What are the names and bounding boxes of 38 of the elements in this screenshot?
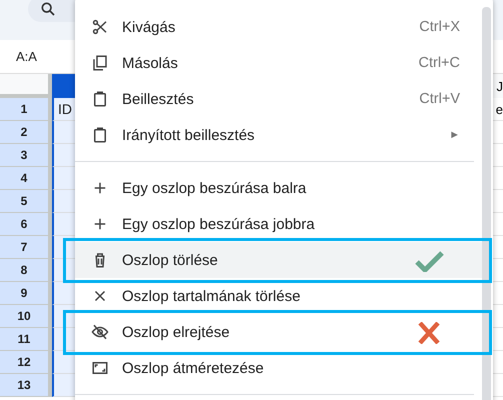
menu-item[interactable]: Oszlop átméretezése	[75, 350, 482, 386]
menu-item[interactable]: Oszlop törlése	[75, 242, 482, 278]
cell-text: e	[496, 102, 503, 116]
clipboard-icon	[91, 126, 109, 144]
row-number[interactable]: 8	[0, 259, 52, 282]
shortcut-text: Ctrl+X	[419, 19, 460, 35]
row-number[interactable]: 6	[0, 213, 52, 236]
name-box[interactable]: A:A	[16, 49, 37, 64]
clipboard-icon	[91, 90, 109, 108]
search-icon	[40, 1, 56, 17]
row-number[interactable]: 13	[0, 374, 52, 397]
row-number[interactable]: 2	[0, 121, 52, 144]
eye-slash-icon	[91, 323, 109, 341]
resize-icon	[91, 359, 109, 377]
menu-item[interactable]: Egy oszlop beszúrása balra	[75, 170, 482, 206]
submenu-arrow: ►	[449, 129, 460, 141]
menu-item[interactable]: Másolás Ctrl+C	[75, 45, 482, 81]
menu-item[interactable]: Egy oszlop beszúrása jobbra	[75, 206, 482, 242]
row-number[interactable]: 10	[0, 305, 52, 328]
menu-item[interactable]: Oszlop elrejtése	[75, 314, 482, 350]
scissors-icon	[91, 18, 109, 36]
row-number[interactable]: 11	[0, 328, 52, 351]
row-number[interactable]: 7	[0, 236, 52, 259]
row-number[interactable]: 9	[0, 282, 52, 305]
shortcut-text: Ctrl+V	[419, 91, 460, 107]
menu-item[interactable]: Kivágás Ctrl+X	[75, 9, 482, 45]
check-icon	[414, 250, 444, 272]
copy-icon	[91, 54, 109, 72]
row-number[interactable]: 1	[0, 98, 52, 121]
column-header-text[interactable]: J	[496, 78, 503, 94]
row-number[interactable]: 3	[0, 144, 52, 167]
row-number[interactable]: 4	[0, 167, 52, 190]
menu-item[interactable]: Oszlop tartalmának törlése	[75, 278, 482, 314]
row-number[interactable]: 12	[0, 351, 52, 374]
row-number[interactable]: 5	[0, 190, 52, 213]
shortcut-text: Ctrl+C	[418, 55, 460, 71]
scrollbar[interactable]	[482, 7, 491, 400]
corner-cell[interactable]	[0, 74, 52, 98]
